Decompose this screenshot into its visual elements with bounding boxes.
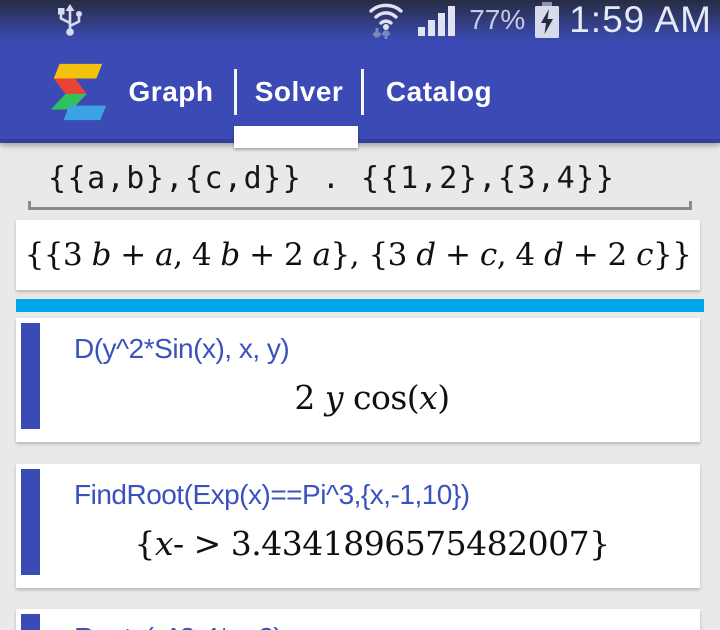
current-result-math: {{3 b + a, 4 b + 2 a}, {3 d + c, 4 d + 2… xyxy=(24,237,692,273)
solver-content: {{a,b},{c,d}} . {{1,2},{3,4}} {{3 b + a,… xyxy=(0,143,720,630)
accent-divider xyxy=(16,299,704,312)
input-underline xyxy=(28,201,692,210)
sigma-logo-icon xyxy=(50,63,107,120)
history-card[interactable]: Roots(x^2-4*x+2) xyxy=(16,609,700,630)
history-result-math: 2 y cos(x) xyxy=(294,378,450,417)
history-expression: Roots(x^2-4*x+2) xyxy=(74,622,700,630)
status-icons-group: 77% 1:59 AM xyxy=(365,0,712,41)
history-card[interactable]: D(y^2*Sin(x), x, y) 2 y cos(x) xyxy=(16,318,700,442)
history-card[interactable]: FindRoot(Exp(x)==Pi^3,{x,-1,10}) {x- > 3… xyxy=(16,464,700,588)
wifi-icon xyxy=(369,3,403,39)
app-screen: 77% 1:59 AM Graph Solver Catalog {{a,b},… xyxy=(0,0,720,630)
battery-percent-label: 77% xyxy=(469,4,526,35)
tab-catalog[interactable]: Catalog xyxy=(364,76,514,108)
battery-charging-icon xyxy=(535,2,560,38)
tab-solver[interactable]: Solver xyxy=(237,76,361,108)
expression-input-value[interactable]: {{a,b},{c,d}} . {{1,2},{3,4}} xyxy=(48,160,720,198)
history-accent-bar xyxy=(21,323,40,429)
selected-tab-indicator xyxy=(234,126,358,148)
app-bar: Graph Solver Catalog xyxy=(0,40,720,148)
history-expression: FindRoot(Exp(x)==Pi^3,{x,-1,10}) xyxy=(74,479,470,510)
status-bar: 77% 1:59 AM xyxy=(0,0,720,40)
usb-icon xyxy=(58,4,82,36)
signal-strength-icon xyxy=(418,6,456,36)
tab-graph[interactable]: Graph xyxy=(108,76,234,108)
expression-input[interactable]: {{a,b},{c,d}} . {{1,2},{3,4}} xyxy=(0,160,720,210)
history-accent-bar xyxy=(21,614,40,630)
history-accent-bar xyxy=(21,469,40,575)
history-expression: D(y^2*Sin(x), x, y) xyxy=(74,333,290,364)
current-result-card[interactable]: {{3 b + a, 4 b + 2 a}, {3 d + c, 4 d + 2… xyxy=(16,220,700,290)
history-result-math: {x- > 3.4341896575482007} xyxy=(134,524,610,563)
clock-label: 1:59 AM xyxy=(569,0,712,40)
